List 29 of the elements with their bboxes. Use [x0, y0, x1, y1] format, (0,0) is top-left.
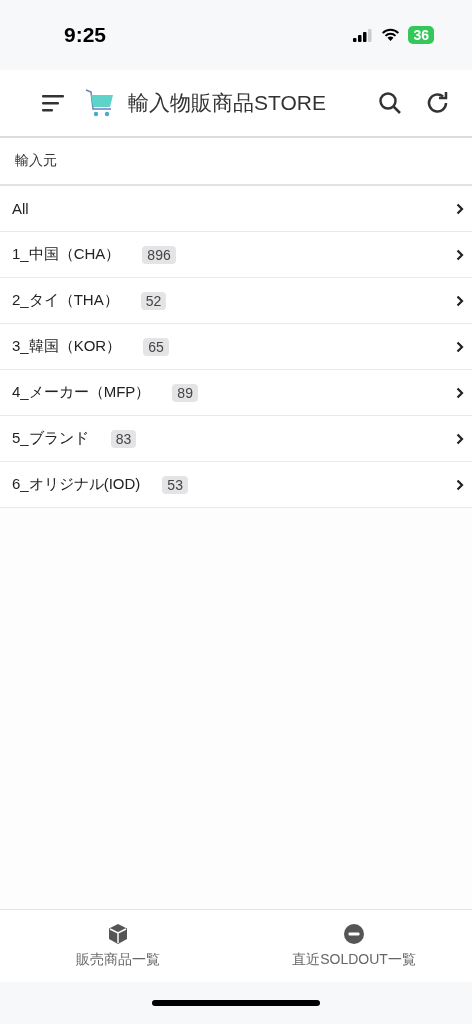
- battery-level: 36: [408, 26, 434, 44]
- signal-icon: [353, 28, 374, 42]
- count-badge: 53: [162, 475, 188, 494]
- wifi-icon: [381, 28, 401, 42]
- section-label: 輸入元: [15, 152, 57, 170]
- count-badge: 89: [172, 383, 198, 402]
- chevron-icon: [456, 340, 464, 353]
- chevron-icon: [456, 386, 464, 399]
- count-badge: 896: [142, 245, 176, 264]
- item-label: 2_タイ（THA）: [12, 291, 119, 310]
- chevron-icon: [456, 202, 464, 215]
- item-label: 3_韓国（KOR）: [12, 337, 122, 356]
- item-label: 5_ブランド: [12, 429, 89, 448]
- chevron-icon: [456, 294, 464, 307]
- chevron-icon: [456, 478, 464, 491]
- chevron-icon: [456, 432, 464, 445]
- count-badge: 52: [140, 291, 167, 310]
- item-label: 4_メーカー（MFP）: [12, 383, 151, 402]
- item-label: All: [12, 200, 29, 217]
- app-title: 輸入物販商品STORE: [128, 90, 327, 116]
- status-time: 9:25: [64, 23, 108, 47]
- count-badge: 65: [143, 337, 169, 356]
- stop-icon: [343, 923, 365, 945]
- chevron-icon: [456, 248, 464, 261]
- item-label: 1_中国（CHA）: [12, 245, 121, 264]
- cart-icon: [84, 87, 116, 119]
- box-icon: [107, 923, 129, 945]
- item-label: 6_オリジナル(IOD): [12, 475, 141, 494]
- count-badge: 83: [110, 429, 137, 448]
